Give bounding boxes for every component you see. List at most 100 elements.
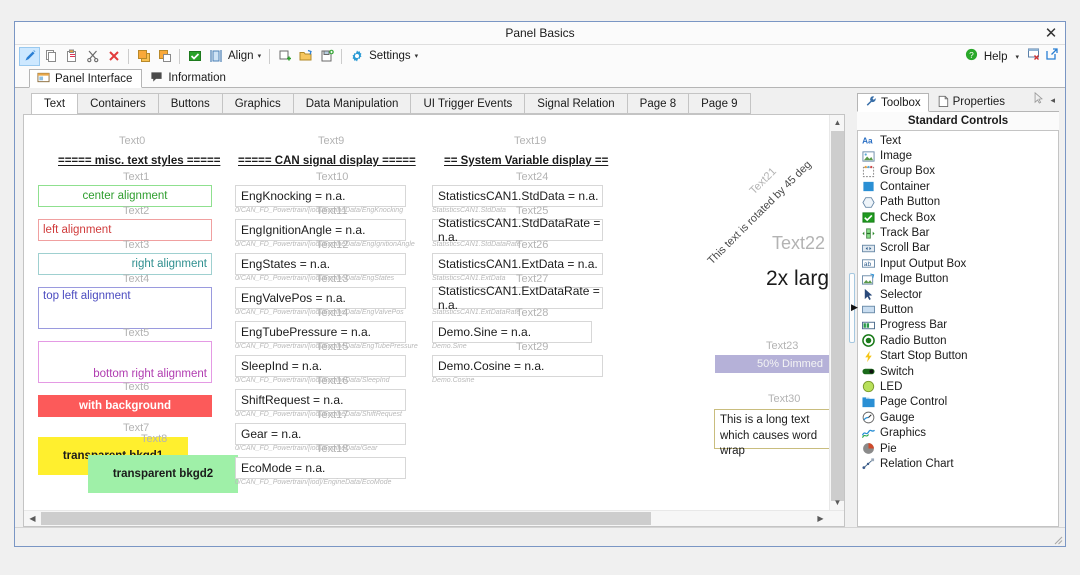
settings-button[interactable]: Settings — [367, 50, 413, 62]
can-signal-box[interactable]: SleepInd = n.a. — [235, 355, 406, 377]
text-widget-center-alignment[interactable]: center alignment — [38, 185, 212, 207]
control-item-image[interactable]: Image — [860, 148, 1058, 163]
sysvar-box[interactable]: StatisticsCAN1.StdDataRate = n.a. — [432, 216, 603, 244]
control-item-selector[interactable]: Selector — [860, 287, 1058, 302]
pane-splitter[interactable]: ▶ — [847, 88, 858, 527]
page-tab-data-manipulation[interactable]: Data Manipulation — [292, 93, 411, 114]
send-to-back-icon[interactable] — [154, 47, 175, 66]
page-tab-buttons[interactable]: Buttons — [157, 93, 222, 114]
distribute-icon[interactable] — [205, 47, 226, 66]
sysvar-box[interactable]: Demo.Cosine = n.a. — [432, 355, 603, 377]
new-panel-icon[interactable] — [274, 47, 295, 66]
can-signal-box[interactable]: EcoMode = n.a. — [235, 457, 406, 479]
open-panel-icon[interactable] — [295, 47, 316, 66]
page-tab-containers[interactable]: Containers — [77, 93, 158, 114]
text-widget-transparent-bkgd2[interactable]: transparent bkgd2 — [88, 455, 238, 493]
vertical-scroll-thumb[interactable] — [831, 131, 844, 501]
can-signal-box[interactable]: EngStates = n.a. — [235, 253, 406, 275]
page-tab-text[interactable]: Text — [31, 93, 78, 115]
canvas-vertical-scrollbar[interactable]: ▲ ▼ — [829, 115, 844, 510]
page-tab-ui-trigger-events[interactable]: UI Trigger Events — [410, 93, 525, 114]
title-bar: Panel Basics ✕ — [15, 22, 1065, 45]
control-item-check-box[interactable]: Check Box — [860, 210, 1058, 225]
edit-pencil-icon[interactable] — [19, 46, 40, 66]
scroll-down-icon[interactable]: ▼ — [830, 495, 845, 510]
collapse-pane-icon[interactable]: ◂ — [1050, 95, 1055, 106]
splitter-chevron-right-icon[interactable]: ▶ — [851, 302, 858, 313]
text-widget-top-left-alignment[interactable]: top left alignment — [38, 287, 212, 329]
text-widget-right-alignment[interactable]: right alignment — [38, 253, 212, 275]
control-item-image-button[interactable]: Image Button — [860, 272, 1058, 287]
control-item-switch[interactable]: Switch — [860, 364, 1058, 379]
settings-chevron-down-icon[interactable]: ▾ — [415, 52, 419, 60]
align-chevron-down-icon[interactable]: ▾ — [258, 52, 262, 60]
control-item-relation-chart[interactable]: Relation Chart — [860, 456, 1058, 471]
bring-to-front-icon[interactable] — [133, 47, 154, 66]
can-signal-box[interactable]: EngKnocking = n.a. — [235, 185, 406, 207]
text-widget-with-background[interactable]: with background — [38, 395, 212, 417]
align-button[interactable]: Align — [226, 50, 256, 62]
control-item-start-stop-button[interactable]: Start Stop Button — [860, 348, 1058, 363]
scissors-icon[interactable] — [82, 47, 103, 66]
scroll-up-icon[interactable]: ▲ — [830, 115, 845, 130]
scroll-left-icon[interactable]: ◀ — [25, 511, 40, 526]
text-widget-bottom-right-alignment[interactable]: bottom right alignment — [38, 341, 212, 383]
can-signal-box[interactable]: ShiftRequest = n.a. — [235, 389, 406, 411]
control-item-scroll-bar[interactable]: Scroll Bar — [860, 241, 1058, 256]
right-tab-toolbox[interactable]: Toolbox — [857, 93, 929, 112]
control-item-radio-button[interactable]: Radio Button — [860, 333, 1058, 348]
help-question-icon[interactable]: ? — [965, 48, 978, 66]
canvas-horizontal-scrollbar[interactable]: ◀ ▶ — [24, 510, 844, 526]
detach-window-icon[interactable] — [1045, 47, 1059, 66]
text-widget-word-wrap[interactable]: This is a long text which causes word wr… — [714, 409, 838, 457]
right-tab-properties[interactable]: Properties — [929, 92, 1013, 111]
control-item-track-bar[interactable]: Track Bar — [860, 225, 1058, 240]
horizontal-scroll-thumb[interactable] — [41, 512, 651, 525]
page-tab-page-9[interactable]: Page 9 — [688, 93, 751, 114]
main-tab-panel-interface[interactable]: Panel Interface — [29, 69, 143, 88]
close-panel-icon[interactable] — [1027, 47, 1041, 66]
resize-grip-icon[interactable] — [1051, 533, 1063, 545]
control-item-container[interactable]: Container — [860, 179, 1058, 194]
control-item-input-output-box[interactable]: ab Input Output Box — [860, 256, 1058, 271]
control-item-progress-bar[interactable]: Progress Bar — [860, 318, 1058, 333]
control-item-path-button[interactable]: Path Button — [860, 195, 1058, 210]
delete-x-icon[interactable] — [103, 47, 124, 66]
text-widget-50-dimmed[interactable]: 50% Dimmed — [715, 355, 844, 373]
gear-icon[interactable] — [346, 47, 367, 66]
help-button[interactable]: Help — [982, 51, 1010, 63]
can-signal-box[interactable]: Gear = n.a. — [235, 423, 406, 445]
scroll-right-icon[interactable]: ▶ — [813, 511, 828, 526]
cursor-icon[interactable] — [1033, 91, 1044, 109]
save-panel-icon[interactable] — [316, 47, 337, 66]
control-item-gauge[interactable]: Gauge — [860, 410, 1058, 425]
main-tab-information[interactable]: Information — [142, 68, 236, 87]
image-button-icon — [862, 273, 875, 286]
standard-controls-list[interactable]: Aa Text Image Group Box Container Path B… — [857, 130, 1059, 527]
control-item-button[interactable]: Button — [860, 302, 1058, 317]
page-tab-signal-relation[interactable]: Signal Relation — [524, 93, 627, 114]
can-signal-box[interactable]: EngIgnitionAngle = n.a. — [235, 219, 406, 241]
control-item-text[interactable]: Aa Text — [860, 133, 1058, 148]
text-widget-left-alignment[interactable]: left alignment — [38, 219, 212, 241]
can-signal-box[interactable]: EngValvePos = n.a. — [235, 287, 406, 309]
help-chevron-down-icon[interactable]: ▾ — [1015, 53, 1019, 61]
copy-icon[interactable] — [40, 47, 61, 66]
close-icon[interactable]: ✕ — [1041, 24, 1061, 42]
control-item-pie[interactable]: Pie — [860, 441, 1058, 456]
page-tab-page-8[interactable]: Page 8 — [626, 93, 689, 114]
control-item-led[interactable]: LED — [860, 379, 1058, 394]
paste-icon[interactable] — [61, 47, 82, 66]
control-item-page-control[interactable]: Page Control — [860, 395, 1058, 410]
control-item-group-box[interactable]: Group Box — [860, 164, 1058, 179]
text-widget-value: transparent bkgd2 — [112, 468, 214, 480]
sysvar-box[interactable]: Demo.Sine = n.a. — [432, 321, 592, 343]
panel-canvas[interactable]: Text0 ===== misc. text styles ===== Text… — [24, 115, 844, 526]
sysvar-box[interactable]: StatisticsCAN1.ExtData = n.a. — [432, 253, 603, 275]
green-check-icon[interactable] — [184, 47, 205, 66]
control-item-graphics[interactable]: Graphics — [860, 425, 1058, 440]
page-tab-graphics[interactable]: Graphics — [221, 93, 293, 114]
sysvar-box[interactable]: StatisticsCAN1.ExtDataRate = n.a. — [432, 284, 603, 312]
sysvar-box[interactable]: StatisticsCAN1.StdData = n.a. — [432, 185, 603, 207]
can-signal-box[interactable]: EngTubePressure = n.a. — [235, 321, 406, 343]
